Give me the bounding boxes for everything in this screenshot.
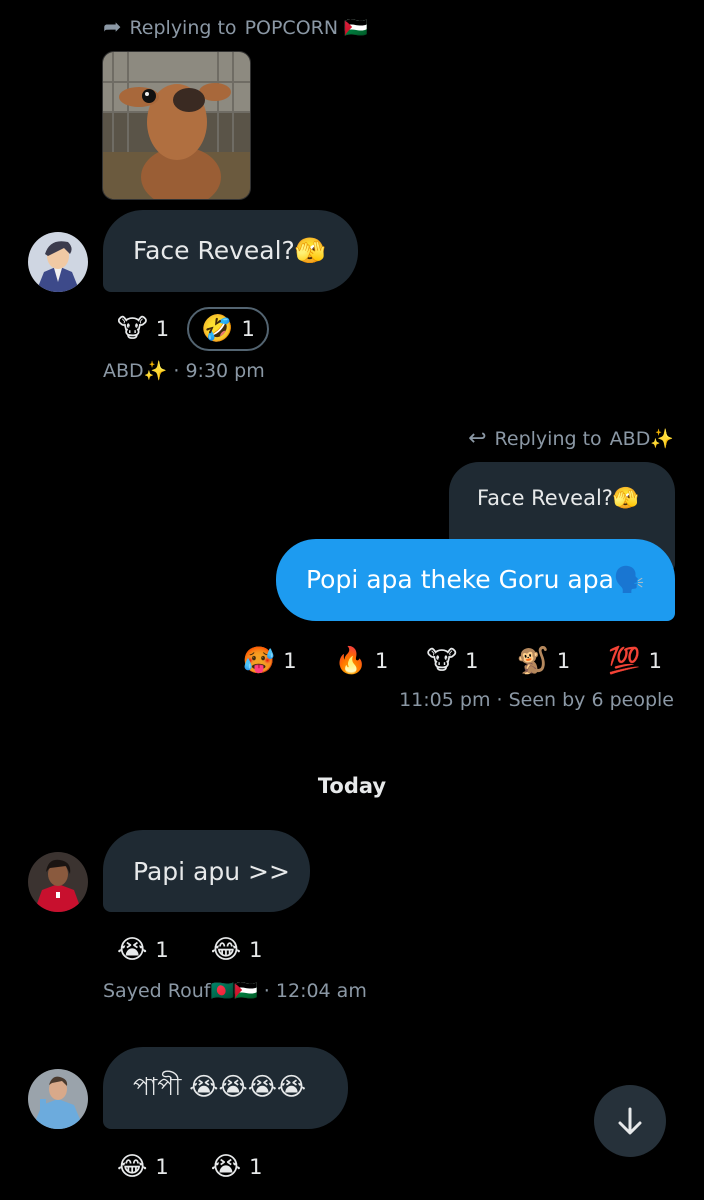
message-meta: ABD✨ · 9:30 pm	[103, 359, 265, 382]
day-separator: Today	[317, 774, 387, 798]
message-bubble[interactable]: Papi apu >>	[103, 830, 310, 912]
seen-status[interactable]: Seen by 6 people	[509, 689, 674, 711]
avatar-image	[28, 1069, 88, 1129]
loudly-crying-emoji: 😭	[210, 1152, 242, 1182]
message-text: Popi apa theke Goru apa🗣️	[306, 565, 646, 594]
reaction-count: 1	[465, 649, 479, 673]
hot-face-emoji: 🥵	[242, 646, 276, 676]
message-text: Papi apu >>	[133, 856, 290, 886]
tears-of-joy-emoji: 😂	[210, 935, 242, 965]
quoted-text: Face Reveal?🫣	[477, 486, 640, 510]
tears-of-joy-emoji: 😂	[117, 1152, 148, 1182]
reply-target: ABD✨	[609, 428, 674, 450]
reaction-cow[interactable]: 🐮 1	[414, 641, 490, 681]
reaction-rofl[interactable]: 🤣 1	[187, 307, 269, 351]
hundred-emoji: 💯	[608, 646, 641, 676]
message-text: Face Reveal?🫣	[133, 236, 326, 265]
reply-prefix: Replying to	[129, 16, 237, 39]
reaction-monkey[interactable]: 🐒 1	[505, 641, 583, 681]
share-arrow-icon: ➦	[103, 14, 122, 40]
cow-emoji: 🐮	[117, 314, 148, 344]
monkey-emoji: 🐒	[516, 646, 549, 676]
message-bubble[interactable]: পাপী 😭😭😭😭	[103, 1047, 348, 1129]
reaction-bar: 😭 1 😂 1	[105, 930, 275, 970]
reaction-count: 1	[155, 317, 170, 341]
reaction-count: 1	[249, 938, 263, 962]
reaction-count: 1	[241, 317, 255, 341]
loudly-crying-emoji: 😭	[117, 935, 148, 965]
rofl-emoji: 🤣	[201, 314, 234, 344]
reaction-count: 1	[283, 649, 297, 673]
reaction-count: 1	[155, 938, 169, 962]
reaction-count: 1	[648, 649, 662, 673]
reply-prefix: Replying to	[494, 427, 602, 450]
message-bubble[interactable]: Face Reveal?🫣	[103, 210, 358, 292]
message-time: 9:30 pm	[185, 360, 265, 382]
fire-emoji: 🔥	[334, 646, 367, 676]
reaction-cow[interactable]: 🐮 1	[105, 309, 181, 349]
calf-photo	[103, 52, 250, 199]
sender-name[interactable]: ABD✨	[103, 360, 167, 382]
meta-separator: ·	[257, 980, 276, 1002]
message-bubble[interactable]: Popi apa theke Goru apa🗣️	[276, 539, 675, 621]
reaction-joy[interactable]: 😂 1	[199, 930, 275, 970]
cow-emoji: 🐮	[426, 646, 458, 676]
reply-indicator[interactable]: ↩ Replying to ABD✨	[468, 427, 674, 450]
reply-target: POPCORN 🇵🇸	[244, 17, 368, 39]
replied-image[interactable]	[102, 51, 251, 200]
reaction-fire[interactable]: 🔥 1	[323, 641, 401, 681]
avatar-image	[28, 852, 88, 912]
reaction-hot-face[interactable]: 🥵 1	[231, 641, 309, 681]
reaction-joy[interactable]: 😂 1	[105, 1147, 181, 1187]
reaction-count: 1	[374, 649, 389, 673]
avatar[interactable]	[28, 1069, 88, 1129]
reaction-hundred[interactable]: 💯 1	[596, 641, 674, 681]
reaction-crying[interactable]: 😭 1	[199, 1147, 275, 1187]
reaction-bar: 😂 1 😭 1	[105, 1147, 275, 1187]
reply-indicator[interactable]: ➦ Replying to POPCORN 🇵🇸	[103, 16, 368, 39]
avatar[interactable]	[28, 232, 88, 292]
message-meta: 11:05 pm · Seen by 6 people	[399, 689, 674, 711]
arrow-down-icon	[618, 1107, 642, 1135]
message-meta: Sayed Rouf🇧🇩🇵🇸 · 12:04 am	[103, 979, 367, 1002]
reaction-count: 1	[155, 1155, 169, 1179]
message-time: 12:04 am	[275, 980, 367, 1002]
reply-arrow-icon: ↩	[468, 425, 487, 451]
meta-separator: ·	[490, 689, 509, 711]
reaction-bar: 🥵 1 🔥 1 🐮 1 🐒 1 💯 1	[231, 641, 674, 681]
message-text: পাপী 😭😭😭😭	[133, 1071, 307, 1101]
avatar-image	[28, 232, 88, 292]
reaction-count: 1	[249, 1155, 263, 1179]
meta-separator: ·	[167, 360, 186, 382]
sender-name[interactable]: Sayed Rouf🇧🇩🇵🇸	[103, 980, 258, 1002]
reaction-bar: 🐮 1 🤣 1	[105, 307, 269, 351]
message-time: 11:05 pm	[399, 689, 491, 711]
reaction-crying[interactable]: 😭 1	[105, 930, 181, 970]
avatar[interactable]	[28, 852, 88, 912]
reaction-count: 1	[556, 649, 571, 673]
scroll-to-bottom-button[interactable]	[594, 1085, 666, 1157]
